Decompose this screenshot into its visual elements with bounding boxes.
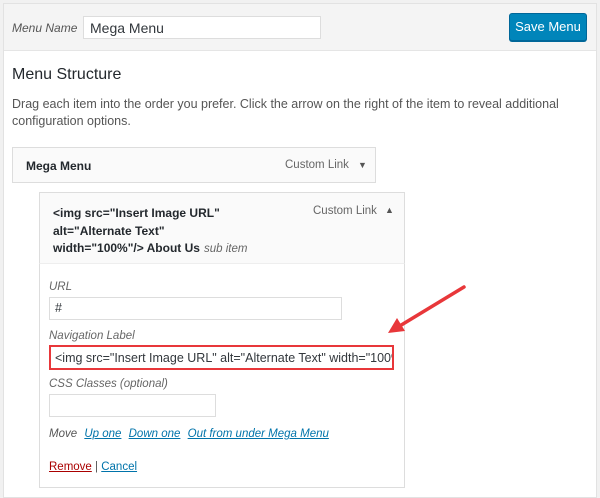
annotation-arrow-icon [388, 285, 466, 333]
